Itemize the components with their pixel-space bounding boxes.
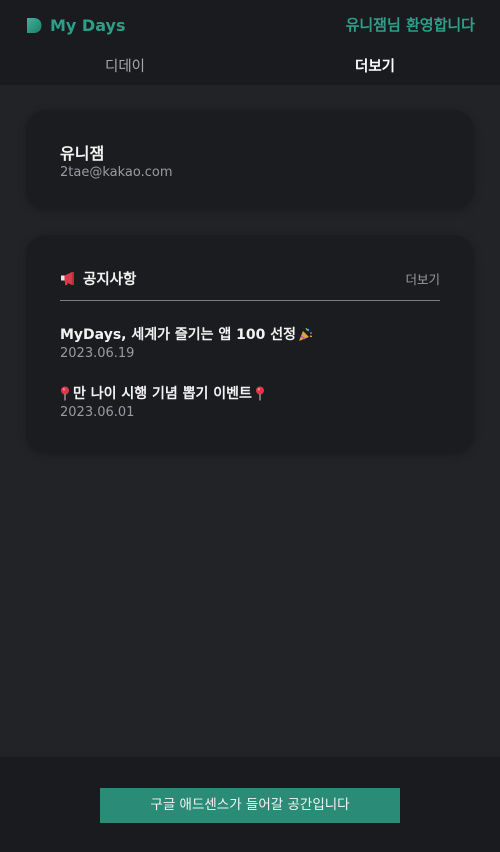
notice-item-title-row: 만 나이 시행 기념 뽑기 이벤트 xyxy=(60,383,450,403)
profile-email: 2tae@kakao.com xyxy=(60,165,173,180)
tab-dday[interactable]: 디데이 xyxy=(85,56,165,78)
tab-bar: 디데이 더보기 xyxy=(0,50,500,84)
notice-item-title-row: MyDays, 세계가 즐기는 앱 100 선정 xyxy=(60,324,450,344)
notice-item-date: 2023.06.01 xyxy=(60,405,135,420)
notice-item-title: MyDays, 세계가 즐기는 앱 100 선정 xyxy=(60,327,296,343)
pushpin-icon xyxy=(255,386,264,400)
ad-footer: 구글 애드센스가 들어갈 공간입니다 xyxy=(0,757,500,852)
profile-name: 유니잼 xyxy=(60,144,105,163)
tab-more[interactable]: 더보기 xyxy=(342,56,408,78)
notice-item-date: 2023.06.19 xyxy=(60,346,135,361)
notice-item[interactable]: MyDays, 세계가 즐기는 앱 100 선정 2023.06.19 xyxy=(60,324,450,361)
adsense-placeholder-button[interactable]: 구글 애드센스가 들어갈 공간입니다 xyxy=(100,788,400,823)
megaphone-icon xyxy=(61,271,74,285)
notice-item-title: 만 나이 시행 기념 뽑기 이벤트 xyxy=(73,386,252,402)
welcome-message: 유니잼님 환영합니다 xyxy=(345,16,475,34)
brand-name: My Days xyxy=(50,15,126,35)
notice-divider xyxy=(60,300,440,301)
notice-item[interactable]: 만 나이 시행 기념 뽑기 이벤트 2023.06.01 xyxy=(60,383,450,420)
notice-title: 공지사항 xyxy=(83,271,137,288)
top-header: My Days 유니잼님 환영합니다 디데이 더보기 xyxy=(0,0,500,85)
profile-card: 유니잼 2tae@kakao.com xyxy=(26,110,474,209)
pushpin-icon xyxy=(61,386,69,400)
notice-header: 공지사항 더보기 xyxy=(60,267,440,289)
party-popper-icon xyxy=(299,327,313,341)
notice-more-link[interactable]: 더보기 xyxy=(405,269,440,288)
notice-card: 공지사항 더보기 MyDays, 세계가 즐기는 앱 100 선정 2023.0… xyxy=(26,235,474,453)
brand[interactable]: My Days xyxy=(26,14,125,36)
my-days-logo-icon xyxy=(27,17,42,33)
